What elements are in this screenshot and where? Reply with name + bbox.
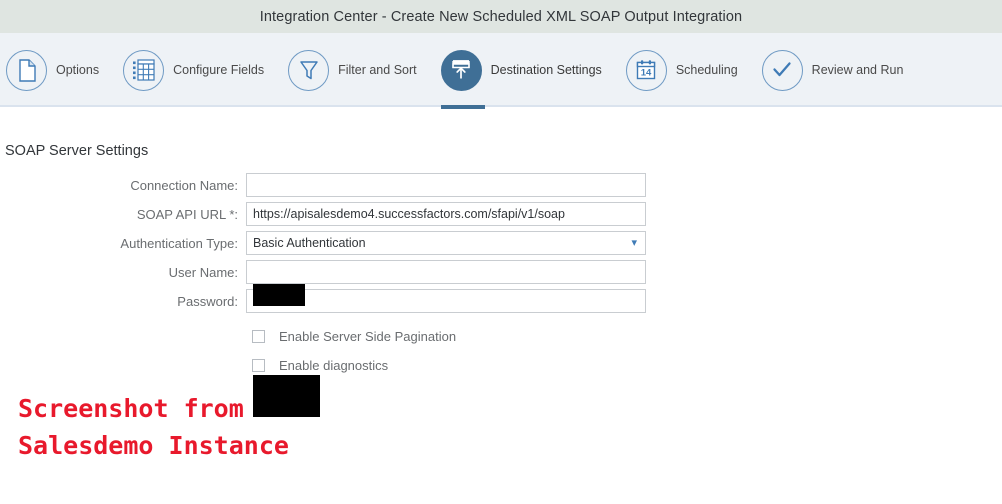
funnel-filter-icon [298, 59, 320, 81]
main-content: SOAP Server Settings Connection Name: SO… [0, 109, 1002, 504]
wizard-step-configure-fields[interactable]: Configure Fields [123, 33, 288, 107]
chevron-down-icon[interactable]: ▾ [631, 237, 639, 249]
wizard-step-configure-fields-label: Configure Fields [173, 63, 265, 77]
checkmark-icon [771, 59, 793, 81]
annotation-text: Screenshot from Salesdemo Instance [18, 390, 289, 464]
user-name-label: User Name: [168, 264, 238, 280]
calendar-icon: 14 [635, 59, 657, 81]
redaction-block-credentials [253, 375, 320, 417]
wizard-step-bar: Options Configure Fields Filter and Sort… [0, 33, 1002, 109]
form-row-authentication-type: Authentication Type: Basic Authenticatio… [0, 229, 700, 257]
soap-api-url-value: https://apisalesdemo4.successfactors.com… [253, 207, 565, 221]
wizard-step-options[interactable]: Options [6, 33, 123, 107]
wizard-step-configure-fields-circle [123, 49, 165, 91]
section-title-soap-server-settings: SOAP Server Settings [5, 143, 149, 159]
upload-export-icon [450, 59, 472, 81]
soap-api-url-input[interactable]: https://apisalesdemo4.successfactors.com… [246, 202, 646, 226]
authentication-type-label: Authentication Type: [120, 235, 238, 251]
wizard-steps: Options Configure Fields Filter and Sort… [0, 33, 928, 109]
wizard-step-destination-settings-label: Destination Settings [490, 63, 602, 77]
wizard-step-scheduling-label: Scheduling [675, 63, 738, 77]
form-row-password: Password: [0, 287, 700, 315]
annotation-line-2: Salesdemo Instance [18, 431, 289, 460]
checkbox-row-server-side-pagination[interactable]: Enable Server Side Pagination [246, 325, 700, 347]
redaction-block-connection-name [253, 284, 305, 306]
connection-name-input[interactable] [246, 173, 646, 197]
password-label: Password: [177, 293, 238, 309]
window-title: Integration Center - Create New Schedule… [259, 8, 743, 25]
checkbox-row-enable-diagnostics[interactable]: Enable diagnostics [246, 354, 700, 376]
grid-table-icon [132, 58, 155, 82]
enable-diagnostics-checkbox[interactable] [252, 358, 265, 372]
enable-server-side-pagination-label: Enable Server Side Pagination [279, 328, 457, 344]
wizard-step-filter-and-sort-label: Filter and Sort [338, 63, 417, 77]
soap-server-settings-form: Connection Name: SOAP API URL *: https:/… [0, 171, 700, 376]
wizard-step-review-and-run[interactable]: Review and Run [761, 33, 928, 107]
wizard-step-scheduling[interactable]: 14 Scheduling [625, 33, 762, 107]
document-icon [16, 58, 37, 82]
password-input[interactable] [246, 289, 646, 313]
authentication-type-select[interactable]: Basic Authentication ▾ [246, 231, 646, 255]
form-row-soap-api-url: SOAP API URL *: https://apisalesdemo4.su… [0, 200, 700, 228]
wizard-step-review-and-run-circle [761, 49, 803, 91]
wizard-step-options-circle [6, 49, 47, 91]
annotation-line-1: Screenshot from [18, 394, 244, 423]
enable-diagnostics-label: Enable diagnostics [279, 357, 389, 373]
connection-name-label: Connection Name: [130, 177, 238, 193]
svg-text:14: 14 [641, 67, 652, 78]
enable-server-side-pagination-checkbox[interactable] [252, 329, 265, 343]
soap-api-url-label: SOAP API URL *: [136, 206, 238, 222]
authentication-type-value: Basic Authentication [253, 236, 366, 250]
wizard-step-review-and-run-label: Review and Run [811, 63, 904, 77]
form-row-connection-name: Connection Name: [0, 171, 700, 199]
wizard-step-filter-and-sort[interactable]: Filter and Sort [288, 33, 441, 107]
wizard-step-filter-and-sort-circle [288, 49, 330, 91]
window-title-bar: Integration Center - Create New Schedule… [0, 0, 1002, 33]
user-name-input[interactable] [246, 260, 646, 284]
wizard-step-options-label: Options [56, 63, 100, 77]
form-row-user-name: User Name: [0, 258, 700, 286]
wizard-step-destination-settings-circle [440, 49, 482, 91]
wizard-step-destination-settings[interactable]: Destination Settings [440, 33, 626, 109]
wizard-step-scheduling-circle: 14 [625, 49, 667, 91]
